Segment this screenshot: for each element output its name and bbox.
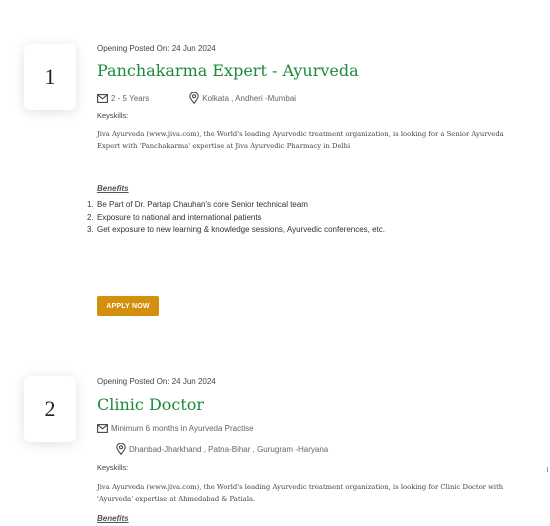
- description-line: Expert with 'Panchakarma' expertise at J…: [97, 142, 351, 150]
- description-line: 'Ayurveda' expertise at Ahmedabad & Pati…: [97, 495, 256, 503]
- job-number-badge: 2: [24, 376, 76, 442]
- experience-text: Minimum 6 months in Ayurveda Practise: [111, 424, 254, 433]
- benefits-heading: Benefits: [97, 514, 129, 523]
- apply-now-button[interactable]: APPLY NOW: [97, 296, 159, 316]
- benefits-list: 1. Be Part of Dr. Partap Chauhan's core S…: [87, 199, 385, 237]
- job-meta-row: 2 - 5 Years Kolkata , Andheri -Mumbai: [97, 92, 296, 104]
- map-pin-icon: [116, 443, 126, 455]
- job-number-badge: 1: [24, 44, 76, 110]
- benefit-text: Be Part of Dr. Partap Chauhan's core Sen…: [97, 200, 308, 209]
- location-text: Kolkata , Andheri -Mumbai: [202, 93, 297, 103]
- job-title[interactable]: Panchakarma Expert - Ayurveda: [97, 61, 359, 80]
- experience-text: 2 - 5 Years: [111, 93, 150, 103]
- job-description: Jiva Ayurveda (www.jiva.com), the World'…: [97, 481, 537, 505]
- benefits-heading: Benefits: [97, 184, 129, 193]
- posted-date: Opening Posted On: 24 Jun 2024: [97, 377, 216, 386]
- list-item: 1. Be Part of Dr. Partap Chauhan's core S…: [87, 200, 308, 209]
- description-line: Jiva Ayurveda (www.jiva.com), the World'…: [97, 130, 504, 138]
- envelope-icon: [97, 424, 108, 433]
- job-listings-page: 1 Opening Posted On: 24 Jun 2024 Panchak…: [0, 0, 550, 526]
- benefit-text: Get exposure to new learning & knowledge…: [97, 225, 386, 234]
- envelope-icon: [97, 93, 108, 103]
- keyskills-label: Keyskills:: [97, 463, 129, 472]
- location-text: Dhanbad-Jharkhand , Patna-Bihar , Gurugr…: [129, 444, 329, 454]
- keyskills-label: Keyskills:: [97, 111, 129, 120]
- posted-date: Opening Posted On: 24 Jun 2024: [97, 44, 216, 53]
- benefit-text: Exposure to national and international p…: [97, 212, 262, 222]
- job-meta-row: Minimum 6 months in Ayurveda Practise: [97, 424, 254, 433]
- list-item: 3. Get exposure to new learning & knowled…: [87, 225, 386, 234]
- job-location-row: Dhanbad-Jharkhand , Patna-Bihar , Gurugr…: [116, 443, 328, 455]
- description-line: Jiva Ayurveda (www.jiva.com), the World'…: [97, 483, 504, 491]
- job-title[interactable]: Clinic Doctor: [97, 395, 204, 414]
- job-description: Jiva Ayurveda (www.jiva.com), the World'…: [97, 128, 537, 152]
- scroll-edge-marker: [547, 467, 548, 472]
- map-pin-icon: [189, 92, 200, 104]
- list-item: 2. Exposure to national and international…: [87, 212, 262, 222]
